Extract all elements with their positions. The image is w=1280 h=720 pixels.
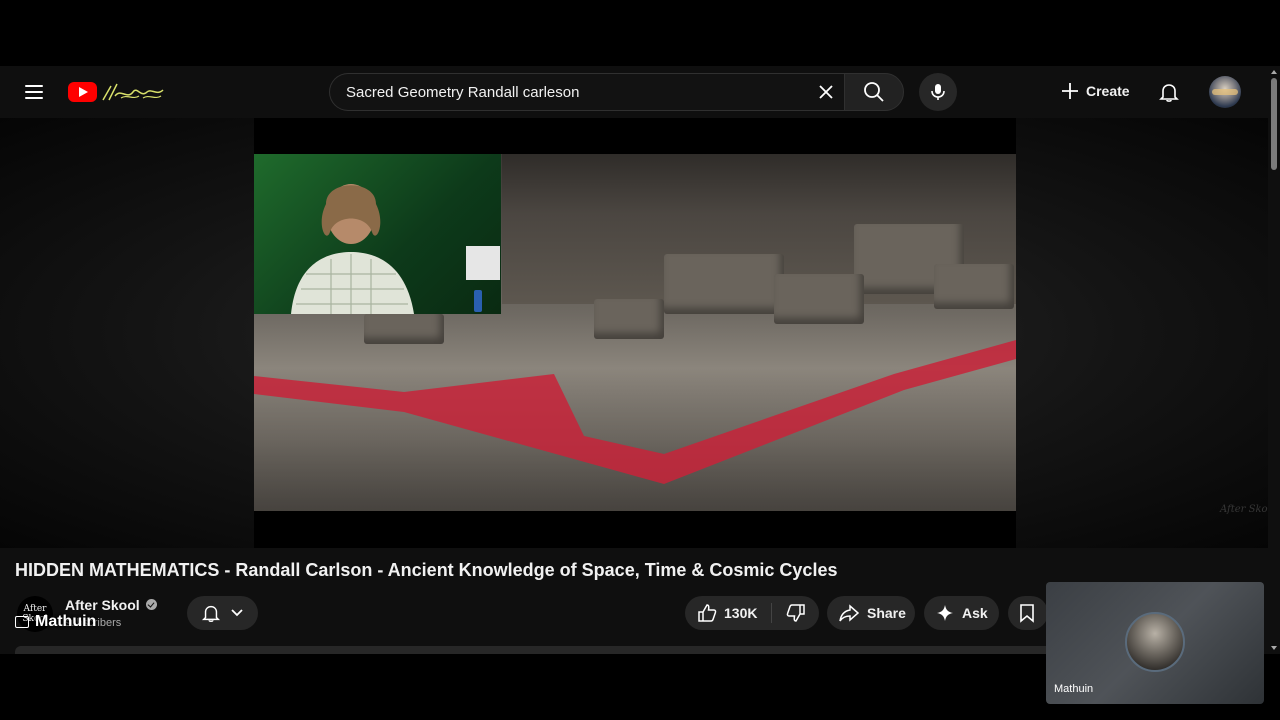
participant-overlay-name: Mathuin [35, 613, 97, 630]
dislike-button[interactable] [772, 596, 819, 630]
description-box[interactable] [15, 646, 1055, 654]
white-cube [466, 246, 500, 280]
scroll-up-arrow-icon[interactable] [1271, 70, 1277, 74]
player-container [0, 118, 1268, 548]
participant-avatar [1125, 612, 1185, 672]
participant-name: Mathuin [1054, 683, 1094, 695]
save-button[interactable] [1008, 596, 1048, 630]
share-icon [839, 604, 859, 622]
video-frame [254, 154, 1016, 511]
create-label: Create [1086, 83, 1130, 99]
search-box [329, 73, 844, 111]
speaker-figure [291, 184, 414, 314]
bookmark-icon [1020, 604, 1034, 623]
menu-icon[interactable] [16, 72, 52, 112]
mic-icon [931, 84, 945, 100]
create-button[interactable]: Create [1050, 73, 1138, 109]
like-dislike-group: 130K [685, 596, 819, 630]
notifications-button[interactable] [1150, 73, 1188, 111]
like-count: 130K [724, 605, 758, 621]
bell-icon [1159, 84, 1179, 102]
youtube-logo-icon [68, 82, 97, 102]
participant-tile[interactable]: Mathuin [1046, 582, 1264, 704]
youtube-logo[interactable] [68, 80, 168, 104]
video-player[interactable] [254, 118, 1016, 548]
thumbs-down-icon [786, 604, 805, 622]
channel-name[interactable]: After Skool [65, 597, 140, 613]
like-button[interactable]: 130K [685, 596, 769, 630]
doodle-logo-icon [102, 83, 164, 101]
ask-label: Ask [962, 605, 988, 621]
scroll-thumb[interactable] [1271, 78, 1277, 170]
close-icon [819, 85, 833, 99]
share-button[interactable]: Share [827, 596, 915, 630]
page-scrollbar[interactable] [1268, 66, 1280, 654]
video-title: HIDDEN MATHEMATICS - Randall Carlson - A… [15, 560, 838, 580]
chevron-down-icon [231, 609, 243, 617]
bell-icon [202, 605, 221, 623]
search-button[interactable] [844, 73, 904, 111]
screen-share-icon [15, 616, 29, 628]
participant-overlay: Mathuin [15, 613, 96, 631]
ask-button[interactable]: Ask [924, 596, 999, 630]
notification-bell-button[interactable] [187, 596, 258, 630]
voice-search-button[interactable] [919, 73, 957, 111]
verified-icon [146, 599, 157, 610]
thumbs-up-icon [698, 604, 717, 622]
youtube-watch-page: Create [0, 66, 1280, 654]
top-letterbox [0, 0, 1280, 66]
plus-icon [1062, 83, 1078, 99]
account-avatar[interactable] [1209, 76, 1241, 108]
scroll-down-arrow-icon[interactable] [1271, 646, 1277, 650]
speaker-inset [254, 154, 501, 314]
clear-search-button[interactable] [810, 76, 842, 108]
sparkle-icon [937, 605, 953, 621]
share-label: Share [867, 605, 906, 621]
water-bottle [474, 290, 482, 312]
search-icon [864, 82, 884, 102]
search-input[interactable] [330, 74, 810, 110]
masthead: Create [0, 66, 1268, 118]
